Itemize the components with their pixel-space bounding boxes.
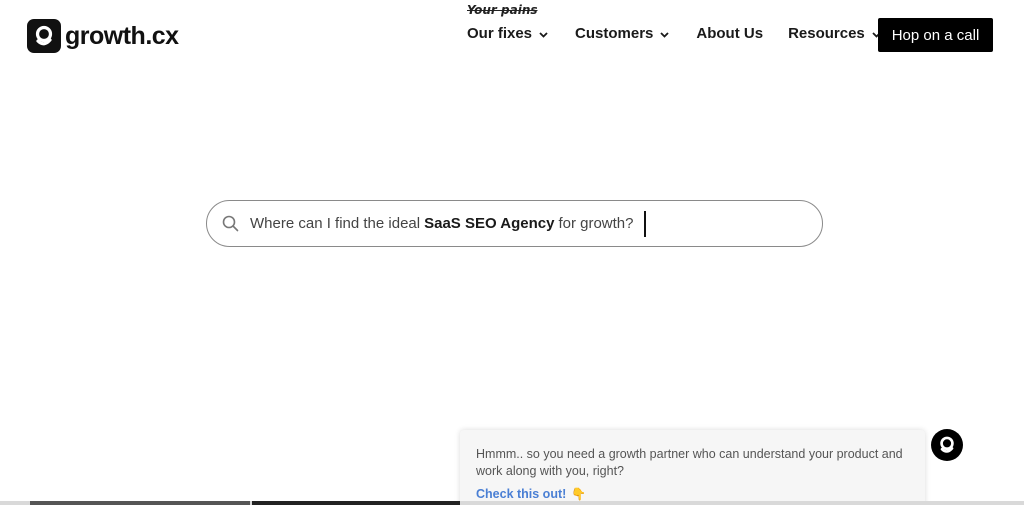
chat-message: Hmmm.. so you need a growth partner who … (476, 447, 903, 478)
site-header: growth.cx Your pains Our fixes Customers… (0, 0, 1024, 70)
nav-label-customers: Customers (575, 25, 654, 42)
search-suffix: for growth? (558, 215, 634, 232)
bottom-divider-segment (252, 501, 460, 505)
main-nav: Your pains Our fixes Customers About Us … (467, 3, 881, 42)
pointing-down-icon: 👇 (571, 487, 587, 501)
chevron-down-icon (660, 25, 670, 42)
nav-item-customers[interactable]: Customers (575, 25, 670, 42)
chevron-down-icon (539, 25, 548, 42)
check-this-out-link[interactable]: Check this out! 👇 (476, 487, 909, 501)
text-cursor (643, 210, 646, 237)
nav-item-our-fixes[interactable]: Your pains Our fixes (467, 3, 548, 42)
search-icon (222, 215, 239, 232)
nav-label-our-fixes: Our fixes (467, 25, 533, 42)
search-query-text: Where can I find the ideal SaaS SEO Agen… (250, 210, 646, 237)
growth-logo-icon (27, 19, 61, 53)
bottom-divider (0, 501, 1024, 505)
chat-launcher-button[interactable] (931, 429, 963, 461)
check-this-out-label: Check this out! (476, 487, 567, 501)
brand-name: growth.cx (65, 21, 179, 50)
growth-logo-icon (940, 436, 954, 453)
chat-popup: Hmmm.. so you need a growth partner who … (460, 430, 925, 505)
search-prefix: Where can I find the ideal (250, 215, 421, 232)
nav-item-about-us[interactable]: About Us (696, 25, 763, 42)
bottom-divider-segment (30, 501, 250, 505)
search-bar[interactable]: Where can I find the ideal SaaS SEO Agen… (206, 200, 823, 247)
nav-label-resources: Resources (788, 25, 865, 42)
nav-item-resources[interactable]: Resources (788, 25, 881, 42)
your-pains-note: Your pains (467, 3, 538, 17)
nav-label-about-us: About Us (696, 25, 764, 42)
search-highlight: SaaS SEO Agency (424, 215, 555, 232)
brand-logo[interactable]: growth.cx (27, 19, 179, 53)
hop-on-a-call-button[interactable]: Hop on a call (878, 18, 993, 52)
